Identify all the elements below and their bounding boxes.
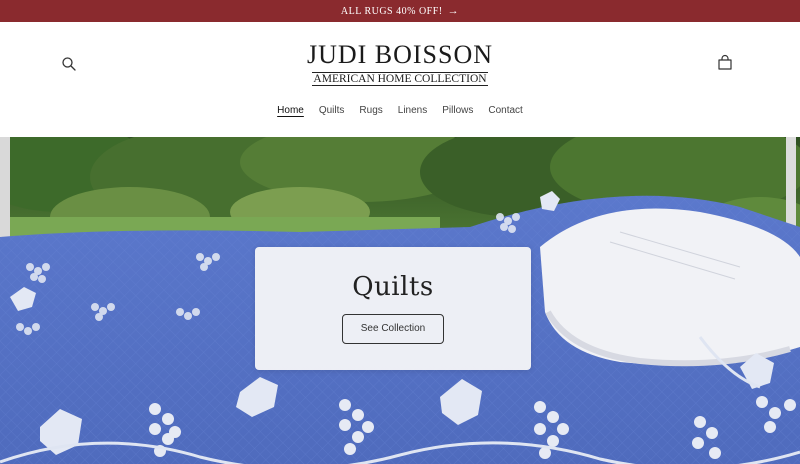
main-nav: Home Quilts Rugs Linens Pillows Contact — [0, 92, 800, 137]
nav-item-pillows[interactable]: Pillows — [442, 105, 473, 137]
hero-card: Quilts See Collection — [255, 247, 531, 370]
announcement-text[interactable]: ALL RUGS 40% OFF! — [341, 6, 443, 17]
announcement-bar[interactable]: ALL RUGS 40% OFF! → — [0, 0, 800, 22]
site-header: JUDI BOISSON AMERICAN HOME COLLECTION — [0, 22, 800, 92]
logo-subtitle: AMERICAN HOME COLLECTION — [312, 72, 488, 86]
nav-item-contact[interactable]: Contact — [488, 105, 522, 137]
cart-icon[interactable] — [716, 54, 734, 72]
nav-item-quilts[interactable]: Quilts — [319, 105, 345, 137]
see-collection-button[interactable]: See Collection — [342, 314, 444, 344]
hero-banner: Quilts See Collection — [0, 137, 800, 464]
logo-brand: JUDI BOISSON — [306, 40, 494, 69]
hero-title: Quilts — [352, 272, 434, 302]
nav-item-rugs[interactable]: Rugs — [359, 105, 382, 137]
site-logo[interactable]: JUDI BOISSON AMERICAN HOME COLLECTION — [0, 41, 800, 87]
arrow-right-icon: → — [447, 5, 460, 17]
nav-item-linens[interactable]: Linens — [398, 105, 427, 137]
nav-item-home[interactable]: Home — [277, 105, 304, 137]
